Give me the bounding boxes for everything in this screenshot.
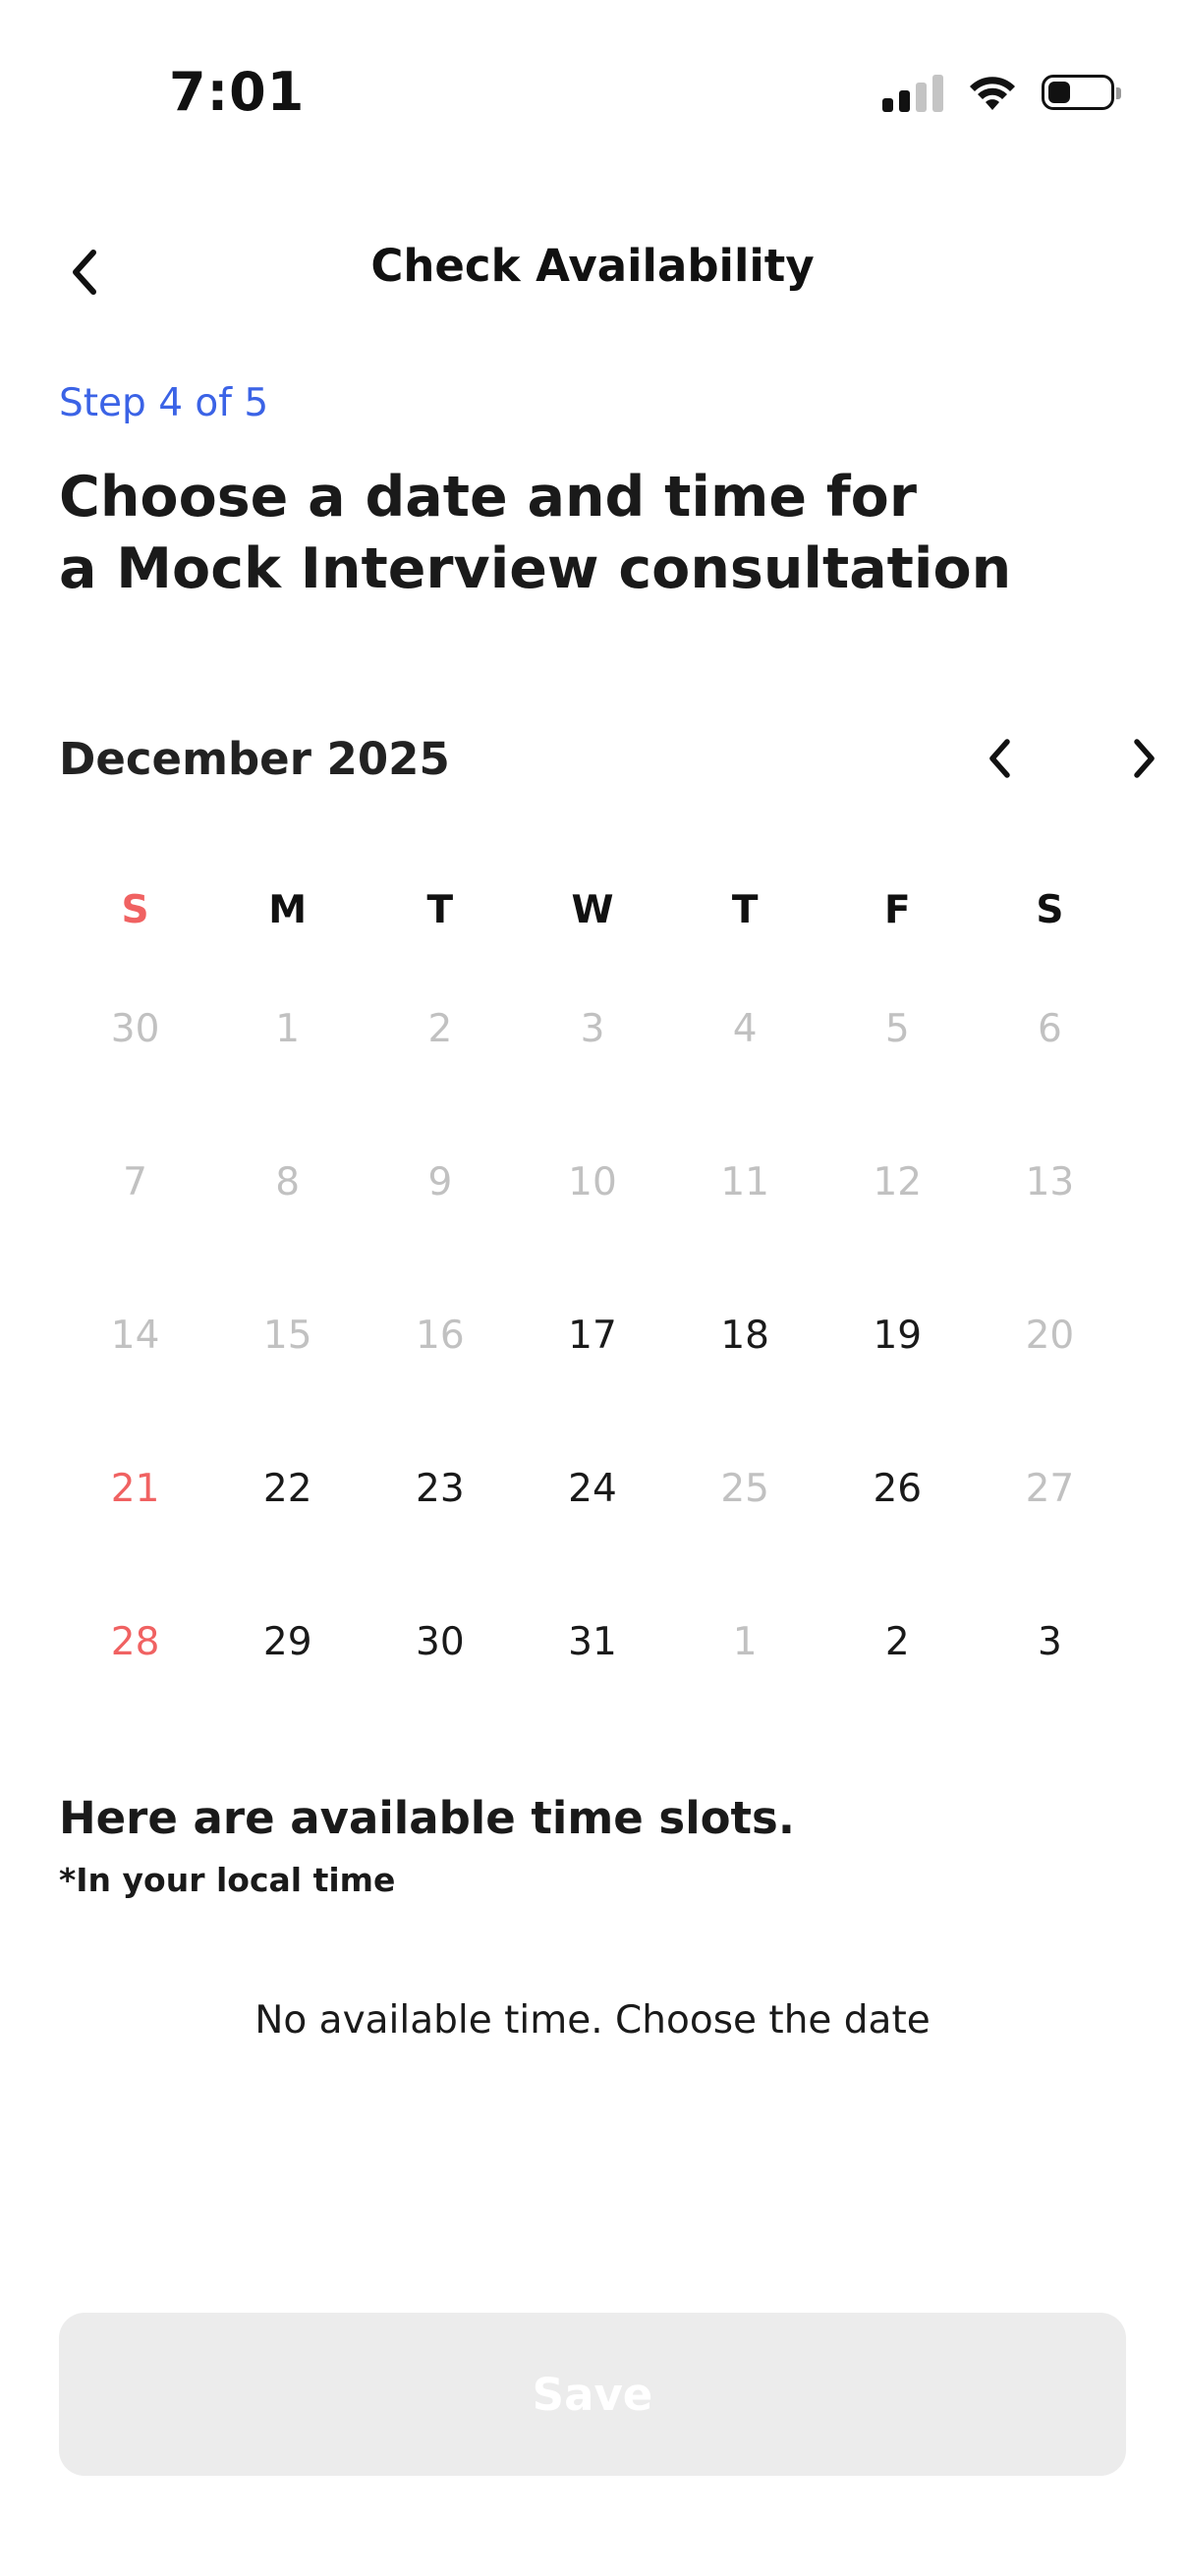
calendar-day: 27: [1025, 1467, 1075, 1511]
calendar-day: 9: [427, 1160, 453, 1204]
weekday-wednesday: W: [571, 888, 614, 932]
save-button[interactable]: Save: [59, 2313, 1126, 2476]
calendar-day: 11: [720, 1160, 769, 1204]
chevron-right-icon: [1134, 739, 1155, 778]
status-bar: 7:01: [0, 0, 1185, 196]
calendar-day[interactable]: 17: [516, 1307, 668, 1460]
calendar-day[interactable]: 3: [974, 1613, 1126, 1766]
month-label: December 2025: [59, 733, 450, 785]
nav-bar: Check Availability: [0, 216, 1185, 324]
calendar-day[interactable]: 24: [516, 1460, 668, 1613]
calendar-day[interactable]: 23: [364, 1460, 516, 1613]
calendar-day: 14: [110, 1314, 160, 1358]
calendar-day: 10: [568, 1160, 617, 1204]
previous-month-button[interactable]: [969, 727, 1032, 790]
time-slots-note: *In your local time: [59, 1861, 396, 1899]
calendar-day: 12: [873, 1160, 923, 1204]
calendar-day: 8: [275, 1160, 301, 1204]
calendar-day: 7: [123, 1160, 147, 1204]
calendar-days-grid: 30 1 2 3 4 5 6 7 8 9 10 11 12 13 14 15 16 17 18 19 20 21 22 23 2…: [59, 1000, 1126, 1766]
calendar-day: 15: [262, 1314, 312, 1358]
calendar-day: 30: [110, 1007, 160, 1051]
page-heading: Choose a date and time for a Mock Interv…: [59, 462, 1140, 605]
step-indicator: Step 4 of 5: [59, 381, 269, 425]
calendar-day: 1: [275, 1007, 301, 1051]
wifi-icon: [970, 77, 1015, 110]
page-title: Check Availability: [370, 240, 815, 292]
calendar-day[interactable]: 2: [821, 1613, 974, 1766]
month-selector: December 2025: [59, 727, 1155, 790]
calendar-day[interactable]: 29: [211, 1613, 364, 1766]
calendar-day: 20: [1025, 1314, 1075, 1358]
calendar-day: 25: [720, 1467, 769, 1511]
calendar-day[interactable]: 21: [59, 1460, 211, 1613]
weekday-friday: F: [883, 888, 911, 932]
chevron-left-icon: [989, 739, 1010, 778]
calendar-day[interactable]: 19: [821, 1307, 974, 1460]
weekday-saturday: S: [1036, 888, 1064, 932]
calendar-day: 5: [884, 1007, 910, 1051]
calendar-day[interactable]: 18: [669, 1307, 821, 1460]
heading-line-2: a Mock Interview consultation: [59, 536, 1012, 601]
weekday-tuesday: T: [426, 888, 454, 932]
calendar-day: 6: [1038, 1007, 1062, 1051]
weekday-sunday: S: [121, 888, 149, 932]
calendar-day[interactable]: 28: [59, 1613, 211, 1766]
cellular-signal-icon: [882, 73, 943, 112]
calendar-day: 1: [732, 1620, 758, 1664]
calendar-day: 3: [580, 1007, 605, 1051]
time-slots-heading: Here are available time slots.: [59, 1792, 795, 1844]
calendar-day[interactable]: 30: [364, 1613, 516, 1766]
weekday-monday: M: [268, 888, 308, 932]
calendar-day: 13: [1025, 1160, 1075, 1204]
battery-icon: [1042, 75, 1121, 110]
status-time: 7:01: [169, 61, 306, 123]
empty-slots-message: No available time. Choose the date: [254, 1998, 931, 2043]
calendar-day: 2: [427, 1007, 453, 1051]
calendar-day[interactable]: 31: [516, 1613, 668, 1766]
next-month-button[interactable]: [1112, 727, 1175, 790]
weekday-header: S M T W T F S: [59, 884, 1126, 1000]
calendar: S M T W T F S 30 1 2 3 4 5 6 7 8 9 10 11 12 13 14 15 16 1…: [59, 884, 1126, 1766]
weekday-thursday: T: [731, 888, 759, 932]
status-icons: [882, 73, 1121, 112]
calendar-day[interactable]: 22: [211, 1460, 364, 1613]
calendar-day: 16: [416, 1314, 465, 1358]
heading-line-1: Choose a date and time for: [59, 465, 917, 530]
calendar-day[interactable]: 26: [821, 1460, 974, 1613]
calendar-day: 4: [732, 1007, 758, 1051]
